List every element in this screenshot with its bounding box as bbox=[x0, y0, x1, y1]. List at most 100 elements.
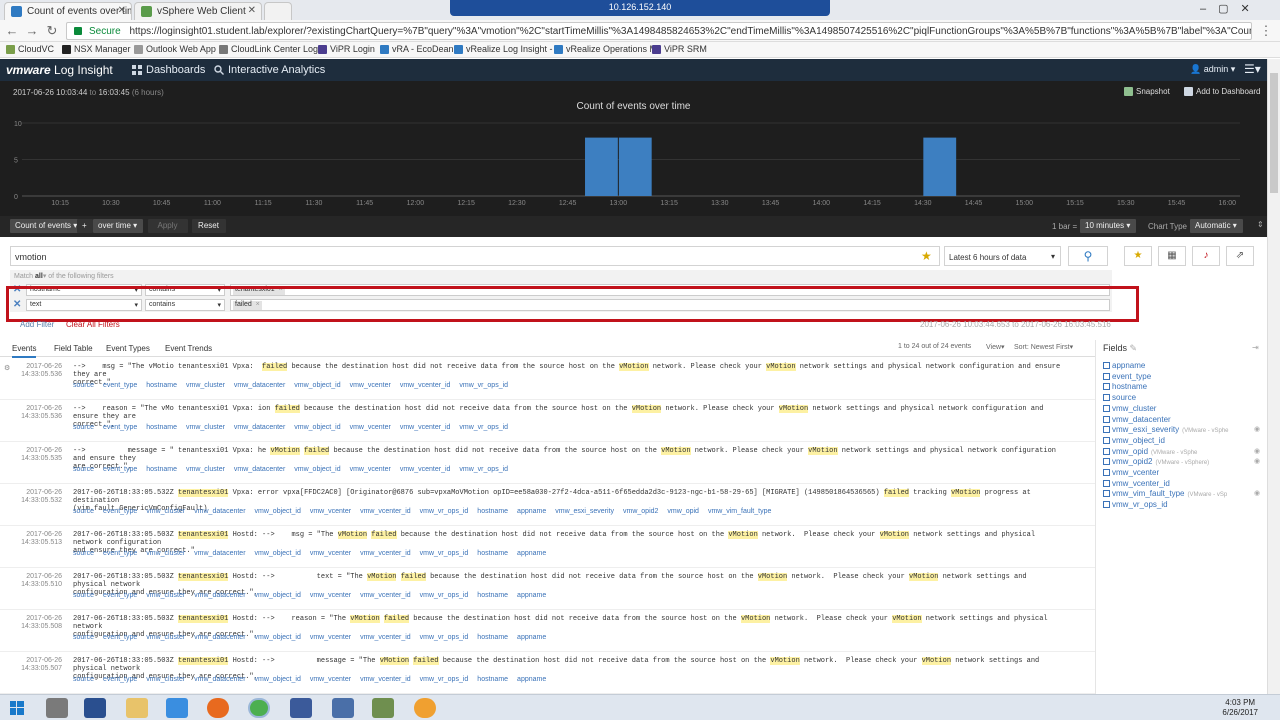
search-button[interactable]: ⚲ bbox=[1068, 246, 1108, 266]
event-field-link[interactable]: source bbox=[73, 466, 94, 473]
event-field-link[interactable]: vmw_datacenter bbox=[194, 550, 245, 557]
favorite-query-button[interactable]: ★ bbox=[1124, 246, 1152, 266]
event-field-link[interactable]: vmw_vcenter_id bbox=[360, 550, 411, 557]
event-field-link[interactable]: source bbox=[73, 382, 94, 389]
expand-icon[interactable] bbox=[1103, 469, 1110, 476]
event-field-link[interactable]: vmw_vcenter bbox=[310, 550, 351, 557]
bookmark-item[interactable]: vRealize Log Insight - bbox=[454, 44, 553, 54]
expand-icon[interactable] bbox=[1103, 490, 1110, 498]
event-field-link[interactable]: vmw_datacenter bbox=[194, 592, 245, 599]
sort-dropdown[interactable]: Sort: Newest First▾ bbox=[1014, 343, 1073, 351]
event-field-link[interactable]: vmw_datacenter bbox=[194, 676, 245, 683]
event-field-link[interactable]: source bbox=[73, 424, 94, 431]
user-menu[interactable]: 👤 admin ▾ bbox=[1190, 64, 1235, 75]
query-input[interactable]: vmotion bbox=[10, 246, 940, 266]
event-field-link[interactable]: vmw_object_id bbox=[255, 634, 301, 641]
tab-event-types[interactable]: Event Types bbox=[106, 344, 150, 353]
close-icon[interactable]: ✕ bbox=[118, 5, 126, 16]
event-field-link[interactable]: vmw_vcenter_id bbox=[360, 676, 411, 683]
field-item[interactable]: event_type bbox=[1103, 372, 1151, 381]
event-field-link[interactable]: appname bbox=[517, 676, 546, 683]
eye-icon[interactable]: ◉ bbox=[1254, 425, 1260, 433]
bar-size-dropdown[interactable]: 10 minutes ▾ bbox=[1080, 219, 1137, 233]
field-item[interactable]: vmw_esxi_severity (VMware - vSphe bbox=[1103, 425, 1229, 434]
field-item[interactable]: vmw_opid2 (VMware - vSphere) bbox=[1103, 457, 1209, 466]
event-field-link[interactable]: vmw_vcenter_id bbox=[400, 382, 451, 389]
event-field-link[interactable]: vmw_datacenter bbox=[194, 634, 245, 641]
event-field-link[interactable]: vmw_vr_ops_id bbox=[420, 676, 469, 683]
event-field-link[interactable]: event_type bbox=[103, 382, 137, 389]
event-field-link[interactable]: vmw_vr_ops_id bbox=[459, 466, 508, 473]
event-field-link[interactable]: vmw_esxi_severity bbox=[555, 508, 614, 515]
field-item[interactable]: vmw_vr_ops_id bbox=[1103, 500, 1168, 509]
event-field-link[interactable]: hostname bbox=[477, 508, 508, 515]
event-field-link[interactable]: event_type bbox=[103, 592, 137, 599]
reload-icon[interactable]: ↻ bbox=[44, 23, 60, 39]
expand-icon[interactable] bbox=[1103, 404, 1110, 412]
expand-icon[interactable] bbox=[1103, 362, 1110, 369]
chart-bar[interactable] bbox=[585, 137, 618, 196]
internet-explorer-icon[interactable] bbox=[166, 698, 188, 718]
nav-dashboards[interactable]: Dashboards bbox=[132, 64, 205, 76]
forward-arrow-icon[interactable]: → bbox=[24, 23, 40, 39]
event-field-link[interactable]: hostname bbox=[477, 676, 508, 683]
event-field-link[interactable]: appname bbox=[517, 634, 546, 641]
expand-icon[interactable] bbox=[1103, 501, 1110, 509]
field-item[interactable]: vmw_vcenter_id bbox=[1103, 479, 1170, 488]
event-field-link[interactable]: vmw_object_id bbox=[294, 466, 340, 473]
event-field-link[interactable]: event_type bbox=[103, 466, 137, 473]
powershell-icon[interactable] bbox=[84, 698, 106, 718]
app-icon[interactable] bbox=[414, 698, 436, 718]
event-field-link[interactable]: vmw_cluster bbox=[146, 592, 185, 599]
event-field-link[interactable]: vmw_cluster bbox=[146, 634, 185, 641]
add-function-button[interactable]: + bbox=[77, 219, 93, 233]
expand-icon[interactable] bbox=[1103, 415, 1110, 423]
event-field-link[interactable]: hostname bbox=[477, 634, 508, 641]
event-field-link[interactable]: vmw_vcenter_id bbox=[360, 592, 411, 599]
eye-icon[interactable]: ◉ bbox=[1254, 457, 1260, 465]
field-item[interactable]: vmw_opid (VMware - vSphe bbox=[1103, 447, 1197, 456]
file-explorer-icon[interactable] bbox=[126, 698, 148, 718]
event-field-link[interactable]: vmw_opid bbox=[667, 508, 699, 515]
event-field-link[interactable]: vmw_vim_fault_type bbox=[708, 508, 771, 515]
over-time-dropdown[interactable]: over time ▾ bbox=[93, 219, 144, 233]
event-field-link[interactable]: vmw_vr_ops_id bbox=[459, 424, 508, 431]
menu-dots-icon[interactable]: ⋮ bbox=[1258, 23, 1274, 39]
alert-button[interactable]: ♪ bbox=[1192, 246, 1220, 266]
event-field-link[interactable]: source bbox=[73, 550, 94, 557]
event-field-link[interactable]: vmw_datacenter bbox=[234, 382, 285, 389]
event-field-link[interactable]: vmw_vcenter bbox=[310, 676, 351, 683]
event-field-link[interactable]: source bbox=[73, 676, 94, 683]
event-row[interactable]: 2017-06-26 14:33:05.508 2017-06-26T18:33:0… bbox=[0, 610, 1095, 652]
field-item[interactable]: appname bbox=[1103, 361, 1145, 370]
event-field-link[interactable]: vmw_vcenter_id bbox=[360, 508, 411, 515]
event-field-link[interactable]: hostname bbox=[477, 592, 508, 599]
event-row[interactable]: 2017-06-26 14:33:05.510 2017-06-26T18:33:0… bbox=[0, 568, 1095, 610]
expand-icon[interactable] bbox=[1103, 447, 1110, 455]
event-field-link[interactable]: hostname bbox=[146, 382, 177, 389]
start-button[interactable] bbox=[6, 698, 28, 718]
event-field-link[interactable]: hostname bbox=[146, 424, 177, 431]
chart-bar[interactable] bbox=[923, 137, 957, 196]
add-to-dashboard-button[interactable]: Add to Dashboard bbox=[1184, 87, 1261, 96]
event-field-link[interactable]: appname bbox=[517, 592, 546, 599]
event-field-link[interactable]: vmw_cluster bbox=[146, 550, 185, 557]
event-field-link[interactable]: event_type bbox=[103, 424, 137, 431]
event-field-link[interactable]: vmw_opid2 bbox=[623, 508, 658, 515]
event-field-link[interactable]: vmw_vr_ops_id bbox=[420, 550, 469, 557]
event-row[interactable]: 2017-06-26 14:33:05.507 2017-06-26T18:33:0… bbox=[0, 652, 1095, 694]
bookmark-item[interactable]: vRealize Operations M bbox=[554, 44, 657, 54]
bookmark-item[interactable]: NSX Manager bbox=[62, 44, 131, 54]
bookmark-item[interactable]: CloudLink Center Log bbox=[219, 44, 318, 54]
field-item[interactable]: vmw_datacenter bbox=[1103, 415, 1171, 424]
event-field-link[interactable]: vmw_vr_ops_id bbox=[420, 592, 469, 599]
event-field-link[interactable]: vmw_vcenter bbox=[310, 634, 351, 641]
page-scrollbar[interactable] bbox=[1267, 59, 1280, 694]
field-item[interactable]: vmw_vcenter bbox=[1103, 468, 1159, 477]
window-controls[interactable]: –▢✕ bbox=[1200, 2, 1262, 15]
event-row[interactable]: ⚙ 2017-06-26 14:33:05.536 --> msg = "The vM… bbox=[0, 358, 1095, 400]
browser-tab-vsphere[interactable]: vSphere Web Client ✕ bbox=[134, 2, 262, 20]
event-field-link[interactable]: vmw_datacenter bbox=[234, 424, 285, 431]
event-field-link[interactable]: vmw_object_id bbox=[294, 382, 340, 389]
event-field-link[interactable]: vmw_cluster bbox=[186, 424, 225, 431]
